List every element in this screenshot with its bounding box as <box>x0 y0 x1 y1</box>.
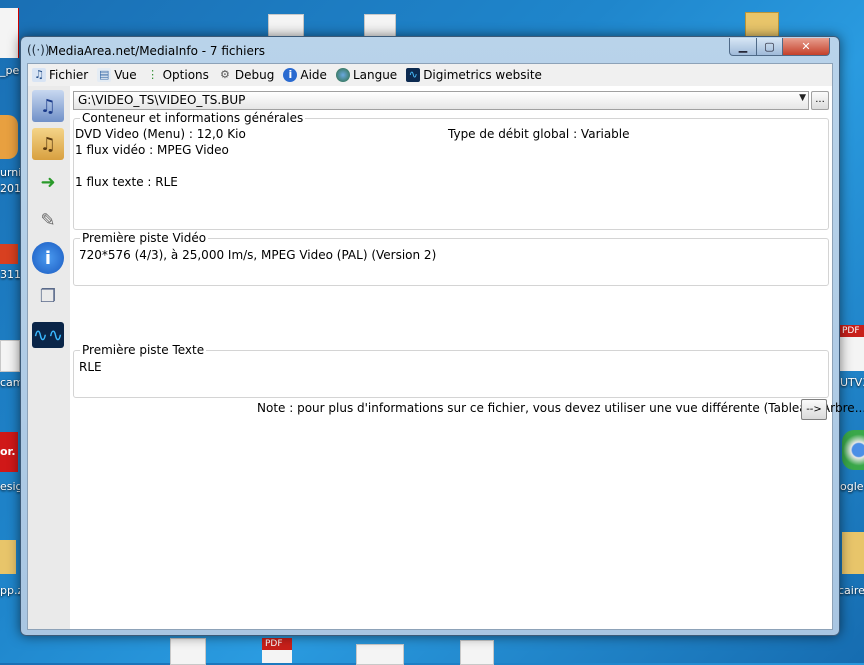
options-icon: ⋮ <box>147 68 159 81</box>
file-open-icon: ♫ <box>32 68 46 82</box>
menu-debug[interactable]: ⚙ Debug <box>218 68 274 82</box>
desktop-pdf-icon[interactable] <box>0 8 19 58</box>
group-title-general: Conteneur et informations générales <box>80 111 306 125</box>
open-folder-icon[interactable]: ♫ <box>32 128 64 160</box>
desktop-label: ogle <box>840 480 864 493</box>
file-path-combobox[interactable]: G:\VIDEO_TS\VIDEO_TS.BUP ▼ <box>73 91 809 110</box>
desktop-pdf-icon[interactable]: PDF <box>840 325 864 371</box>
group-title-text: Première piste Texte <box>80 343 207 357</box>
group-title-video: Première piste Vidéo <box>80 231 209 245</box>
menu-label: Aide <box>300 68 327 82</box>
mediainfo-window[interactable]: ((·)) MediaArea.net/MediaInfo - 7 fichie… <box>20 36 864 636</box>
desktop-folder-icon[interactable] <box>745 12 779 38</box>
sidebar-toolbar: ♫ ♫ ➜ ✎ i ❐ ∿∿ <box>28 86 70 629</box>
desktop-pdf-icon[interactable]: PDF <box>262 638 292 663</box>
desktop-file-icon[interactable] <box>170 638 206 665</box>
debug-icon: ⚙ <box>219 68 230 81</box>
video-details: 720*576 (4/3), à 25,000 Im/s, MPEG Video… <box>79 248 437 262</box>
close-button[interactable]: ✕ <box>782 38 830 56</box>
maximize-button[interactable]: ▢ <box>756 38 783 56</box>
view-sheet-icon[interactable]: ❐ <box>32 280 64 312</box>
desktop-chrome-icon[interactable] <box>842 430 864 470</box>
chevron-down-icon[interactable]: ▼ <box>799 93 806 103</box>
menu-langue[interactable]: Langue <box>335 68 398 82</box>
file-path-value: G:\VIDEO_TS\VIDEO_TS.BUP <box>78 93 246 107</box>
desktop-media-icon[interactable] <box>0 244 18 264</box>
view-icon: ▤ <box>97 68 112 82</box>
menu-label: Vue <box>114 68 137 82</box>
export-icon[interactable]: ➜ <box>32 166 64 198</box>
desktop-folder-icon[interactable] <box>842 532 864 574</box>
pdf-badge: PDF <box>262 638 292 650</box>
menu-vue[interactable]: ▤ Vue <box>97 68 137 82</box>
menu-label: Fichier <box>49 68 89 82</box>
desktop-label: caire_ <box>838 584 864 597</box>
general-text-count: 1 flux texte : RLE <box>75 175 178 189</box>
desktop-file-icon[interactable] <box>0 340 20 372</box>
desktop-label: urni <box>0 166 22 179</box>
about-icon[interactable]: i <box>32 242 64 274</box>
menu-label: Digimetrics website <box>423 68 542 82</box>
text-track-group: Première piste Texte RLE <box>73 343 829 398</box>
help-icon: i <box>283 68 298 82</box>
mediainfo-app-icon: ((·)) <box>27 43 50 57</box>
desktop-file-icon[interactable] <box>268 14 304 38</box>
desktop-file-icon[interactable] <box>460 640 494 665</box>
menu-digimetrics[interactable]: ∿ Digimetrics website <box>406 68 542 82</box>
general-video-count: 1 flux vidéo : MPEG Video <box>75 143 229 157</box>
language-icon <box>335 68 350 82</box>
menu-options[interactable]: ⋮ Options <box>146 68 209 82</box>
info-panel: G:\VIDEO_TS\VIDEO_TS.BUP ▼ ... Conteneur… <box>70 86 864 629</box>
general-info-group: Conteneur et informations générales DVD … <box>73 111 829 230</box>
menu-bar: ♫ Fichier ▤ Vue ⋮ Options ⚙ Debug i Aide <box>28 64 832 86</box>
desktop-app-icon[interactable]: or. <box>0 432 18 472</box>
desktop-app-icon[interactable] <box>0 115 18 159</box>
desktop-label: 201 <box>0 182 21 195</box>
desktop-label: UTV3. <box>840 376 864 389</box>
menu-aide[interactable]: i Aide <box>283 68 327 82</box>
window-title: MediaArea.net/MediaInfo - 7 fichiers <box>48 44 266 58</box>
open-file-icon[interactable]: ♫ <box>32 90 64 122</box>
menu-fichier[interactable]: ♫ Fichier <box>32 68 88 82</box>
general-format: DVD Video (Menu) : 12,0 Kio <box>75 127 246 141</box>
menu-label: Langue <box>352 68 398 82</box>
digimetrics-icon: ∿ <box>406 68 421 82</box>
desktop-file-icon[interactable] <box>364 14 396 38</box>
browse-button[interactable]: ... <box>811 91 829 110</box>
video-track-group: Première piste Vidéo 720*576 (4/3), à 25… <box>73 231 829 286</box>
pdf-badge: PDF <box>840 325 864 337</box>
client-area: ♫ Fichier ▤ Vue ⋮ Options ⚙ Debug i Aide <box>27 63 864 630</box>
next-view-button[interactable]: --> <box>801 399 827 420</box>
general-bitrate-mode: Type de débit global : Variable <box>448 127 630 141</box>
desktop-label: _pe <box>0 64 20 77</box>
text-details: RLE <box>79 360 102 374</box>
title-bar[interactable]: ((·)) MediaArea.net/MediaInfo - 7 fichie… <box>21 37 839 63</box>
menu-label: Debug <box>234 68 275 82</box>
preferences-icon[interactable]: ✎ <box>32 204 64 236</box>
minimize-button[interactable]: ▁ <box>729 38 757 56</box>
digimetrics-sidebar-icon[interactable]: ∿∿ <box>32 322 64 348</box>
desktop-file-icon[interactable] <box>356 644 404 665</box>
desktop-folder-icon[interactable] <box>0 540 16 574</box>
menu-label: Options <box>162 68 209 82</box>
view-note: Note : pour plus d'informations sur ce f… <box>257 401 864 415</box>
